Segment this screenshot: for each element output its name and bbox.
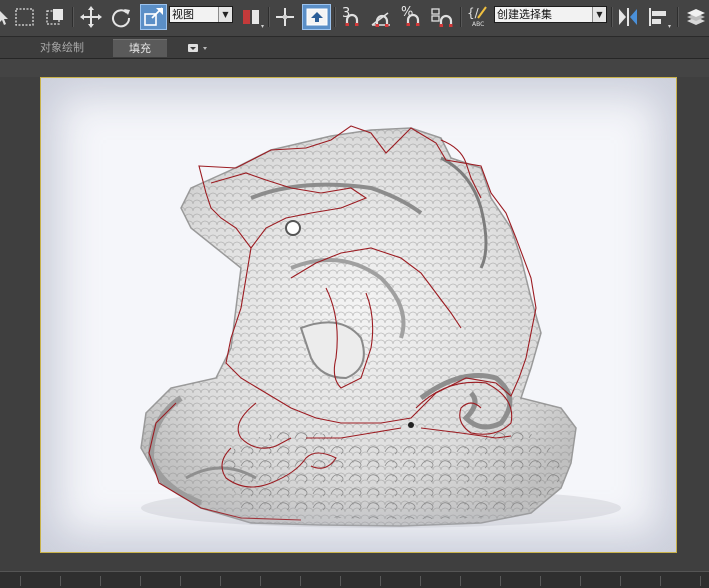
dragon-sculpture [140, 127, 577, 527]
track-tick [60, 576, 61, 586]
align-icon[interactable] [645, 4, 673, 30]
chevron-down-icon: ▼ [218, 7, 232, 22]
track-tick [700, 576, 701, 586]
toolbar-spacer [0, 59, 709, 77]
track-tick [580, 576, 581, 586]
use-pivot-center-icon[interactable] [238, 4, 266, 30]
toolbar-separator [268, 7, 270, 27]
named-selection-set-dropdown[interactable]: 创建选择集 ▼ [494, 6, 607, 23]
select-and-manipulate-icon[interactable] [272, 4, 298, 30]
toolbar-separator [460, 7, 462, 27]
toolbar-separator [677, 7, 679, 27]
select-and-rotate-icon[interactable] [108, 4, 134, 30]
track-tick [500, 576, 501, 586]
tab-fill[interactable]: 填充 [113, 39, 167, 57]
track-tick [460, 576, 461, 586]
track-tick [660, 576, 661, 586]
chevron-down-icon: ▼ [592, 7, 606, 22]
percent-snap-toggle-icon[interactable]: % [398, 4, 426, 30]
toolbar-separator [611, 7, 613, 27]
track-tick [540, 576, 541, 586]
select-and-scale-icon[interactable] [140, 4, 167, 30]
track-tick [260, 576, 261, 586]
layer-explorer-icon[interactable] [682, 4, 709, 30]
angle-snap-toggle-icon[interactable] [367, 4, 395, 30]
viewport-render-frame[interactable] [40, 77, 677, 553]
window-crossing-icon[interactable] [42, 4, 68, 30]
viewport[interactable] [0, 77, 709, 571]
toolbar-separator [334, 7, 336, 27]
spinner-snap-toggle-icon[interactable] [428, 4, 456, 30]
select-object-icon[interactable] [0, 4, 10, 30]
dragon-image-with-spline-outline [140, 125, 621, 528]
edit-named-selection-sets-icon[interactable]: {/ ABC [466, 4, 492, 30]
mirror-icon[interactable] [615, 4, 641, 30]
ribbon-options-icon[interactable] [186, 41, 212, 54]
rectangular-selection-region-icon[interactable] [12, 4, 38, 30]
track-tick [100, 576, 101, 586]
main-toolbar: 视图 ▼ 3 % {/ ABC 创建选择集 ▼ [0, 0, 709, 37]
reference-coordinate-dropdown[interactable]: 视图 ▼ [169, 6, 233, 23]
track-tick [220, 576, 221, 586]
select-and-move-icon[interactable] [78, 4, 104, 30]
tab-object-paint[interactable]: 对象绘制 [34, 39, 90, 56]
toolbar-separator [72, 7, 74, 27]
track-tick [140, 576, 141, 586]
reference-coordinate-value: 视图 [172, 8, 194, 21]
track-tick [620, 576, 621, 586]
track-tick [20, 576, 21, 586]
time-slider-track[interactable] [0, 571, 709, 588]
keyboard-shortcut-override-icon[interactable] [302, 4, 331, 30]
track-tick [420, 576, 421, 586]
named-selection-set-value: 创建选择集 [497, 8, 552, 21]
snaps-toggle-icon[interactable]: 3 [339, 4, 365, 30]
track-tick [380, 576, 381, 586]
track-tick [180, 576, 181, 586]
track-tick [300, 576, 301, 586]
track-tick [340, 576, 341, 586]
ribbon-bar: 对象绘制 填充 [0, 37, 709, 59]
